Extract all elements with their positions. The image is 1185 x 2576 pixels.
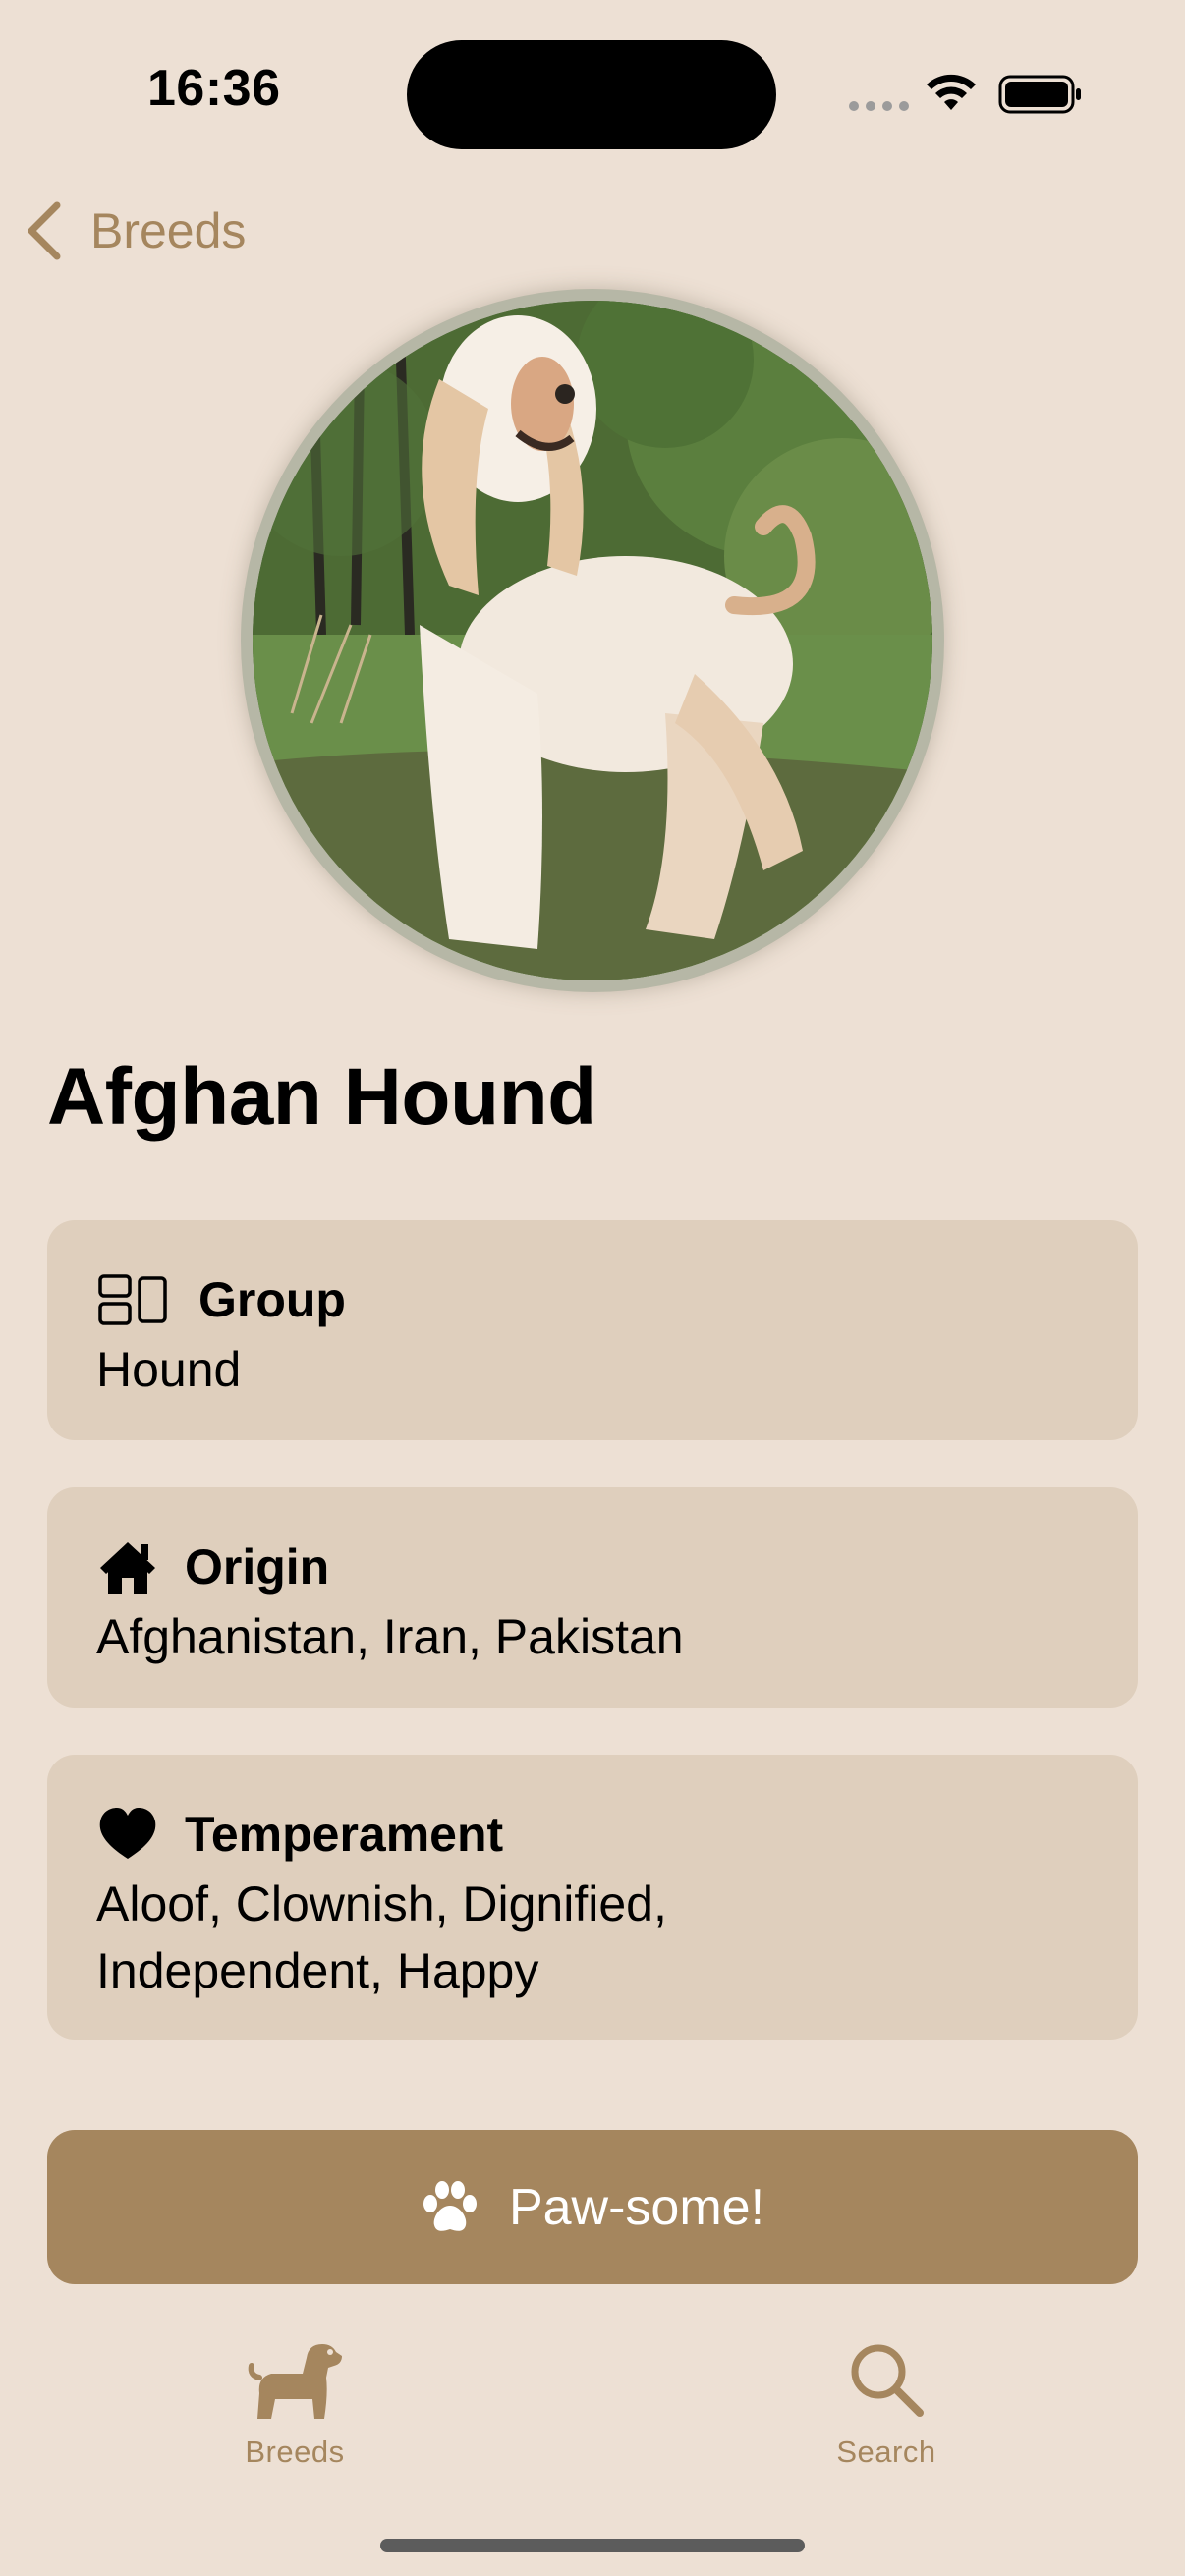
back-button-label: Breeds bbox=[90, 203, 247, 258]
temperament-value: Aloof, Clownish, Dignified, Independent,… bbox=[96, 1876, 667, 1998]
battery-icon bbox=[998, 75, 1081, 114]
group-label: Group bbox=[198, 1272, 346, 1327]
back-button[interactable]: Breeds bbox=[22, 196, 246, 265]
heart-icon bbox=[99, 1808, 156, 1859]
temperament-card: Temperament Aloof, Clownish, Dignified, … bbox=[47, 1755, 1138, 2040]
search-icon bbox=[851, 2344, 924, 2417]
tab-breeds[interactable]: Breeds bbox=[216, 2338, 373, 2470]
breed-title: Afghan Hound bbox=[47, 1052, 596, 1142]
tab-breeds-label: Breeds bbox=[245, 2435, 345, 2469]
wifi-icon bbox=[927, 74, 976, 110]
home-indicator[interactable] bbox=[380, 2539, 805, 2552]
dog-icon bbox=[248, 2344, 342, 2419]
paw-some-label: Paw-some! bbox=[508, 2178, 765, 2236]
temperament-label: Temperament bbox=[185, 1807, 504, 1862]
group-value: Hound bbox=[96, 1342, 242, 1397]
paw-some-button[interactable]: Paw-some! bbox=[47, 2130, 1138, 2284]
chevron-left-icon bbox=[28, 201, 61, 260]
origin-card: Origin Afghanistan, Iran, Pakistan bbox=[47, 1487, 1138, 1708]
tab-search[interactable]: Search bbox=[808, 2338, 965, 2470]
dynamic-island bbox=[407, 40, 776, 149]
house-icon bbox=[100, 1542, 155, 1594]
paw-icon bbox=[423, 2180, 477, 2231]
status-time: 16:36 bbox=[147, 60, 281, 117]
group-icon bbox=[98, 1274, 167, 1325]
cellular-signal-icon bbox=[849, 101, 909, 111]
breed-photo bbox=[253, 301, 932, 980]
origin-value: Afghanistan, Iran, Pakistan bbox=[96, 1609, 684, 1664]
breed-photo-frame bbox=[241, 289, 944, 992]
origin-label: Origin bbox=[185, 1540, 330, 1595]
tab-search-label: Search bbox=[836, 2435, 936, 2469]
group-card: Group Hound bbox=[47, 1220, 1138, 1440]
dog-photo-illustration bbox=[253, 301, 932, 980]
